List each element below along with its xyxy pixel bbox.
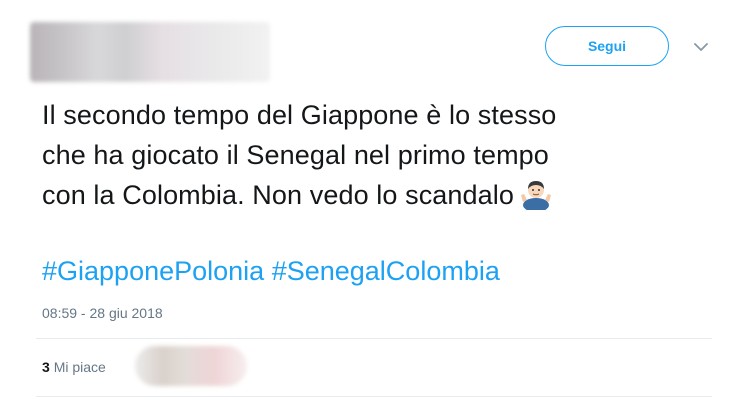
hashtag-link[interactable]: #SenegalColombia [272,256,500,286]
hashtag-link[interactable]: #GiapponePolonia [42,256,264,286]
tweet-text-line: che ha giocato il Senegal nel primo temp… [42,140,549,170]
chevron-down-icon[interactable] [692,38,710,56]
tweet-text: Il secondo tempo del Giappone è lo stess… [42,95,702,221]
liker-avatars[interactable] [135,346,247,386]
tweet-text-line: Il secondo tempo del Giappone è lo stess… [42,100,557,130]
man-shrugging-emoji [520,178,552,221]
divider [36,338,712,339]
blurred-user-name [30,22,270,82]
follow-button[interactable]: Segui [545,26,669,66]
tweet-timestamp[interactable]: 08:59 - 28 giu 2018 [42,305,163,321]
likes-label: Mi piace [53,359,106,375]
divider [36,396,712,397]
likes-count: 3 [42,359,50,375]
hashtags: #GiapponePolonia #SenegalColombia [42,251,500,291]
tweet-text-line: con la Colombia. Non vedo lo scandalo [42,175,702,221]
likes-stat[interactable]: 3 Mi piace [42,359,106,375]
